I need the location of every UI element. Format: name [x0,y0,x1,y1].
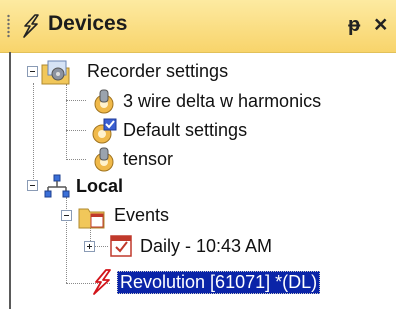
devices-panel: Devices ᵽ × Recorder settings 3 wire del… [0,0,396,309]
close-button[interactable]: × [374,11,387,38]
tree-item-recorder-settings[interactable]: Recorder settings [87,61,228,82]
drag-grip[interactable] [6,14,11,38]
tree-item-events[interactable]: Events [114,205,169,226]
gear-check-icon [92,118,117,144]
collapse-toggle[interactable] [27,180,38,191]
tree-item-default-settings[interactable]: Default settings [123,120,247,141]
folder-events-icon [78,208,105,229]
tree-item-local[interactable]: Local [76,176,123,197]
tree-item-daily[interactable]: Daily - 10:43 AM [140,236,272,257]
collapse-toggle[interactable] [27,66,38,77]
tree-line [33,83,34,185]
tree-line [66,100,86,101]
pin-button[interactable]: ᵽ [348,14,360,37]
expand-toggle[interactable] [84,241,95,252]
tree-line [66,159,86,160]
tree-item-revolution[interactable]: Revolution [61071] *(DL) [117,271,321,294]
tree-item-tensor[interactable]: tensor [123,149,173,170]
calendar-icon [110,235,132,257]
gear-person-icon [94,89,114,114]
tree-line [94,246,108,247]
tree-line [66,130,86,131]
panel-header: Devices ᵽ × [0,0,396,53]
tree-item-3-wire-delta[interactable]: 3 wire delta w harmonics [123,91,321,112]
gear-person-icon [94,147,114,172]
panel-title: Devices [48,12,128,35]
lightning-red-icon [93,269,111,295]
network-icon [44,174,70,198]
tree-line [66,84,67,160]
left-border [9,52,11,309]
folder-settings-icon [41,60,70,85]
collapse-toggle[interactable] [61,210,72,221]
lightning-icon [23,14,39,38]
